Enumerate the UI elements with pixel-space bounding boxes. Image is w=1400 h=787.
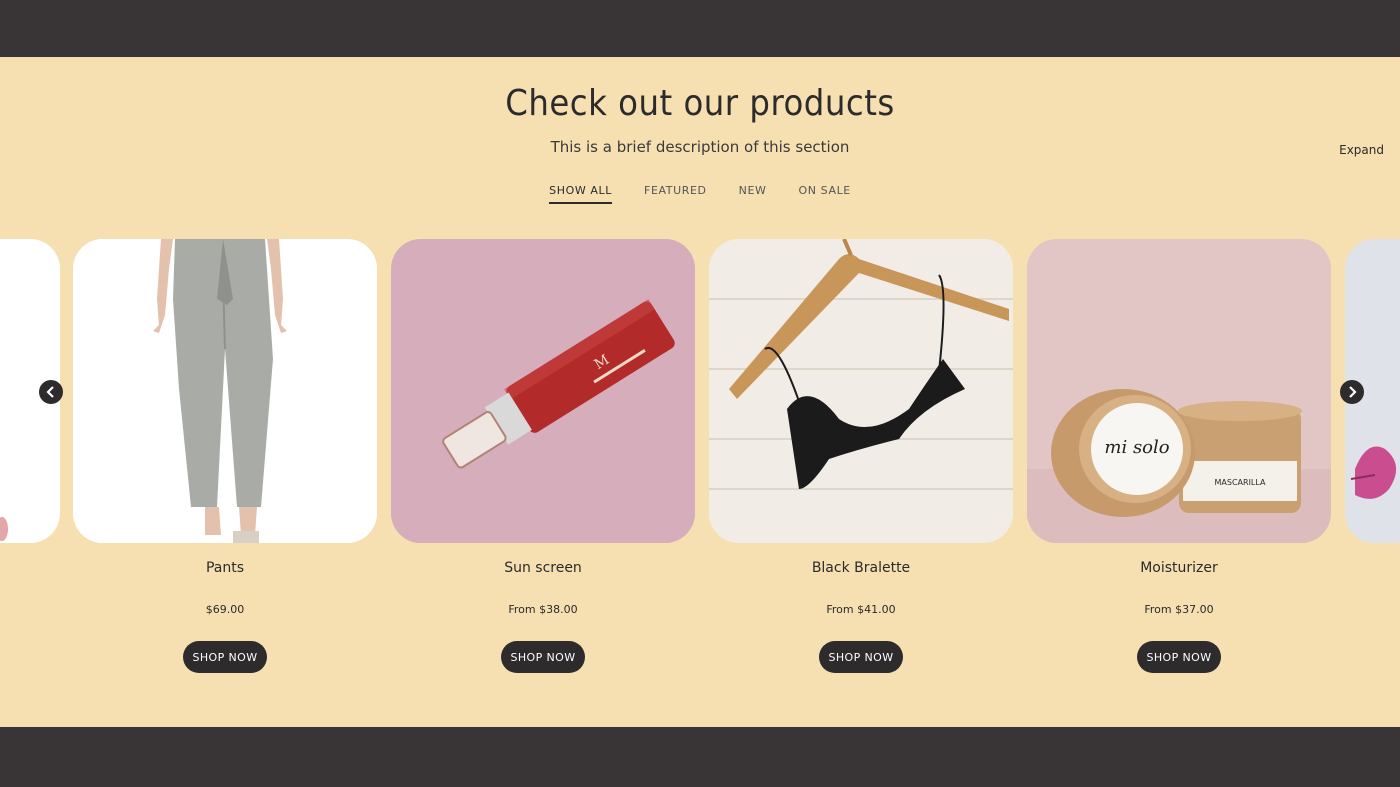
tab-on-sale[interactable]: ON SALE (798, 184, 850, 204)
moisturizer-label: MASCARILLA (1215, 478, 1267, 487)
filter-tabs: SHOW ALL FEATURED NEW ON SALE (0, 184, 1400, 204)
product-price: From $37.00 (1144, 603, 1214, 616)
section-description: This is a brief description of this sect… (550, 138, 850, 156)
shop-now-button-moisturizer[interactable]: SHOP NOW (1137, 641, 1221, 673)
product-image-sun-screen[interactable]: M (391, 239, 695, 543)
expand-link[interactable]: Expand (1339, 143, 1384, 157)
product-section: Check out our products This is a brief d… (0, 57, 1400, 727)
tab-show-all[interactable]: SHOW ALL (549, 184, 613, 204)
product-name[interactable]: Moisturizer (1027, 560, 1331, 576)
tab-featured[interactable]: FEATURED (644, 184, 707, 204)
product-name[interactable]: Black Bralette (709, 560, 1013, 576)
product-image-pants[interactable] (73, 239, 377, 543)
shop-now-button-sun-screen[interactable]: SHOP NOW (501, 641, 585, 673)
product-name[interactable]: Sun screen (391, 560, 695, 576)
product-price: $69.00 (205, 603, 245, 616)
carousel-prev-button[interactable] (39, 380, 63, 404)
carousel-next-button[interactable] (1340, 380, 1364, 404)
moisturizer-brand: mi solo (1104, 437, 1169, 458)
product-price: From $41.00 (826, 603, 896, 616)
section-title: Check out our products (505, 83, 895, 124)
chevron-left-icon (46, 386, 56, 398)
product-image-black-bralette[interactable] (709, 239, 1013, 543)
product-image-moisturizer[interactable]: MASCARILLA mi solo (1027, 239, 1331, 543)
product-name[interactable]: Pants (73, 560, 377, 576)
product-price: From $38.00 (508, 603, 578, 616)
tab-new[interactable]: NEW (739, 184, 767, 204)
shop-now-button-pants[interactable]: SHOP NOW (183, 641, 267, 673)
chevron-right-icon (1347, 386, 1357, 398)
shop-now-button-black-bralette[interactable]: SHOP NOW (819, 641, 903, 673)
